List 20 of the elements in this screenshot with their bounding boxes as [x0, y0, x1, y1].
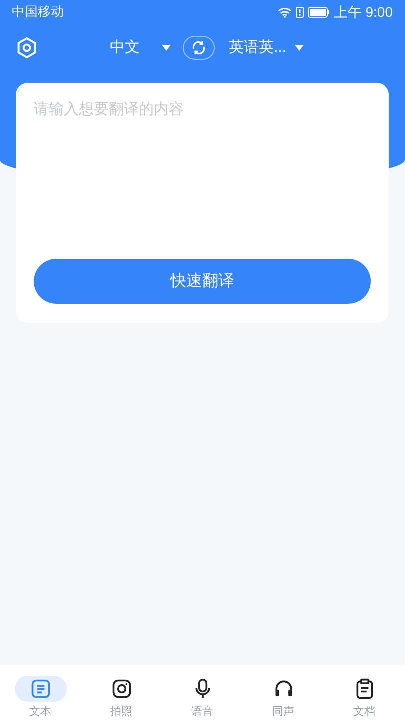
sim-icon	[296, 6, 304, 18]
tab[interactable]: 拍照	[92, 676, 152, 720]
target-language-dropdown[interactable]: 英语英...	[229, 36, 304, 60]
tab[interactable]: 文档	[334, 676, 394, 720]
tab[interactable]: 同声	[254, 676, 314, 720]
clock-label: 上午 9:00	[334, 2, 393, 22]
swap-languages-button[interactable]	[183, 36, 215, 60]
swap-icon	[191, 40, 207, 56]
wifi-icon	[278, 6, 292, 18]
caret-icon	[162, 45, 171, 51]
translate-button[interactable]: 快速翻译	[34, 259, 371, 304]
document-icon	[30, 678, 52, 700]
source-language-dropdown[interactable]: 中文	[110, 36, 171, 60]
tab[interactable]: 语音	[172, 676, 232, 720]
camera-icon	[110, 678, 132, 700]
caret-icon	[294, 45, 304, 51]
battery-icon	[308, 6, 330, 18]
settings-icon[interactable]	[16, 37, 38, 59]
input-field[interactable]: 请输入想要翻译的内容 快速翻译	[16, 83, 389, 323]
carrier-label: 中国移动	[12, 3, 64, 22]
